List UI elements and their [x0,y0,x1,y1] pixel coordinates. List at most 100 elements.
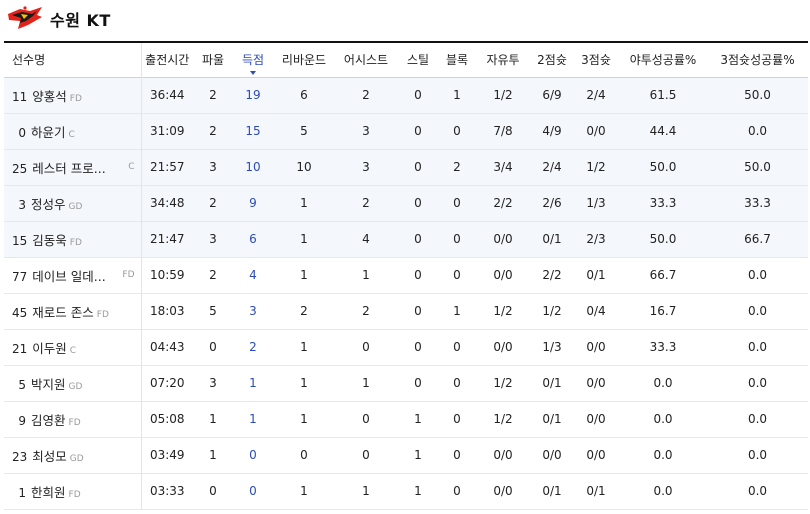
stat-fg3pct: 0.0 [747,268,768,282]
stat-ast: 2 [362,88,370,102]
player-position: GD [68,201,83,212]
stat-ft: 2/2 [493,196,513,210]
stat-ft: 1/2 [493,412,513,426]
stat-fgpct: 16.7 [649,304,677,318]
column-header-stl[interactable]: 스틸 [397,42,439,77]
player-name-link[interactable]: 하윤기 [31,125,66,140]
player-cell: 0 하윤기 C [4,113,142,149]
stat-pf: 0 [209,340,217,354]
stat-stl: 0 [414,88,422,102]
stat-fg3: 1/3 [586,196,606,210]
column-header-fg3pct[interactable]: 3점슛성공률% [707,42,808,77]
player-cell: 23 최성모 GD [4,437,142,473]
stat-pf: 2 [209,268,217,282]
stat-pts: 19 [245,88,261,102]
stat-fg3: 1/2 [586,160,606,174]
player-row: 23 최성모 GD 03:49 1 0 0 0 1 0 0/0 0/0 0/0 0.0 0.0 [4,437,808,473]
player-name-link[interactable]: 김동욱 [32,233,67,248]
player-cell: 25 레스터 프로... C [4,149,142,185]
stat-ft: 1/2 [493,88,513,102]
stat-blk: 0 [453,232,461,246]
stat-fgpct: 66.7 [649,268,677,282]
stat-min: 03:33 [149,484,185,498]
stat-stl: 0 [414,232,422,246]
stat-fg3: 0/0 [586,376,606,390]
stat-pts: 10 [245,160,261,174]
column-header-fg3[interactable]: 3점슛 [573,42,619,77]
stat-ast: 3 [362,160,370,174]
stat-pf: 5 [209,304,217,318]
stat-ast: 1 [362,484,370,498]
stat-min: 34:48 [149,196,185,210]
stat-min: 03:49 [149,448,185,462]
player-number: 21 [12,341,28,356]
player-number: 77 [12,269,28,284]
stat-ast: 4 [362,232,370,246]
player-row: 25 레스터 프로... C 21:57 3 10 10 3 0 2 3/4 2/4 1/2 50.0 50… [4,149,808,185]
stat-ast: 2 [362,196,370,210]
player-number: 25 [12,161,28,176]
column-header-ft[interactable]: 자유투 [475,42,531,77]
player-name-link[interactable]: 이두원 [32,341,67,356]
column-header-player[interactable]: 선수명 [4,42,142,77]
player-cell: 1 한희원 FD [4,473,142,509]
player-position: GD [68,381,83,392]
stat-fg3: 2/3 [586,232,606,246]
stat-blk: 0 [453,376,461,390]
column-header-ast[interactable]: 어시스트 [335,42,397,77]
column-header-fg2[interactable]: 2점슛 [531,42,573,77]
player-position: FD [69,237,82,248]
stat-stl: 1 [414,484,422,498]
player-number: 5 [18,377,26,392]
player-position: FD [69,93,82,104]
stat-pf: 3 [209,160,217,174]
player-name-link[interactable]: 박지원 [31,377,66,392]
player-name-link[interactable]: 재로드 존스 [32,305,93,320]
player-name-link[interactable]: 양홍석 [32,89,67,104]
stat-stl: 1 [414,448,422,462]
stat-fgpct: 50.0 [649,160,677,174]
stat-fg2: 0/0 [542,448,562,462]
stat-reb: 1 [300,376,308,390]
player-row: 0 하윤기 C 31:09 2 15 5 3 0 0 7/8 4/9 0/0 44.4 0.0 [4,113,808,149]
stat-blk: 0 [453,268,461,282]
player-stats-table: 선수명 출전시간 파울 득점 리바운드 어시스트 스틸 블록 자유투 2점슛 3점슛 야투성공률% 3점… [4,41,808,510]
column-header-min[interactable]: 출전시간 [141,42,193,77]
stat-ft: 0/0 [493,448,513,462]
player-name-link[interactable]: 정성우 [31,197,66,212]
team-logo-icon [8,6,42,29]
stat-blk: 0 [453,124,461,138]
stat-ft: 1/2 [493,304,513,318]
player-name-link[interactable]: 최성모 [32,449,67,464]
table-header-row: 선수명 출전시간 파울 득점 리바운드 어시스트 스틸 블록 자유투 2점슛 3점슛 야투성공률% 3점… [4,42,808,77]
stat-ast: 2 [362,304,370,318]
column-header-reb[interactable]: 리바운드 [273,42,335,77]
column-header-blk[interactable]: 블록 [439,42,475,77]
stat-fg2: 0/1 [542,484,562,498]
column-header-fgpct[interactable]: 야투성공률% [619,42,707,77]
stat-reb: 5 [300,124,308,138]
stat-pts: 4 [249,268,257,282]
stat-fg3pct: 66.7 [744,232,771,246]
player-cell: 11 양홍석 FD [4,77,142,113]
player-number: 3 [18,197,26,212]
stat-ft: 0/0 [493,268,513,282]
column-header-pts[interactable]: 득점 [233,42,273,77]
stat-fg2: 2/2 [542,268,562,282]
player-name-link[interactable]: 데이브 일데... [32,269,105,284]
player-name-link[interactable]: 김영환 [31,413,66,428]
column-header-pf[interactable]: 파울 [193,42,233,77]
stat-fg3pct: 0.0 [747,484,768,498]
stat-pts: 6 [249,232,257,246]
player-name-link[interactable]: 한희원 [31,485,66,500]
player-position: GD [69,453,84,464]
stat-reb: 1 [300,340,308,354]
player-row: 21 이두원 C 04:43 0 2 1 0 0 0 0/0 1/3 0/0 33.3 0.0 [4,329,808,365]
stat-pf: 3 [209,376,217,390]
stat-reb: 1 [300,196,308,210]
player-name-link[interactable]: 레스터 프로... [32,161,105,176]
stat-pf: 3 [209,232,217,246]
stat-pf: 1 [209,412,217,426]
stat-min: 04:43 [149,340,185,354]
stat-min: 07:20 [149,376,185,390]
